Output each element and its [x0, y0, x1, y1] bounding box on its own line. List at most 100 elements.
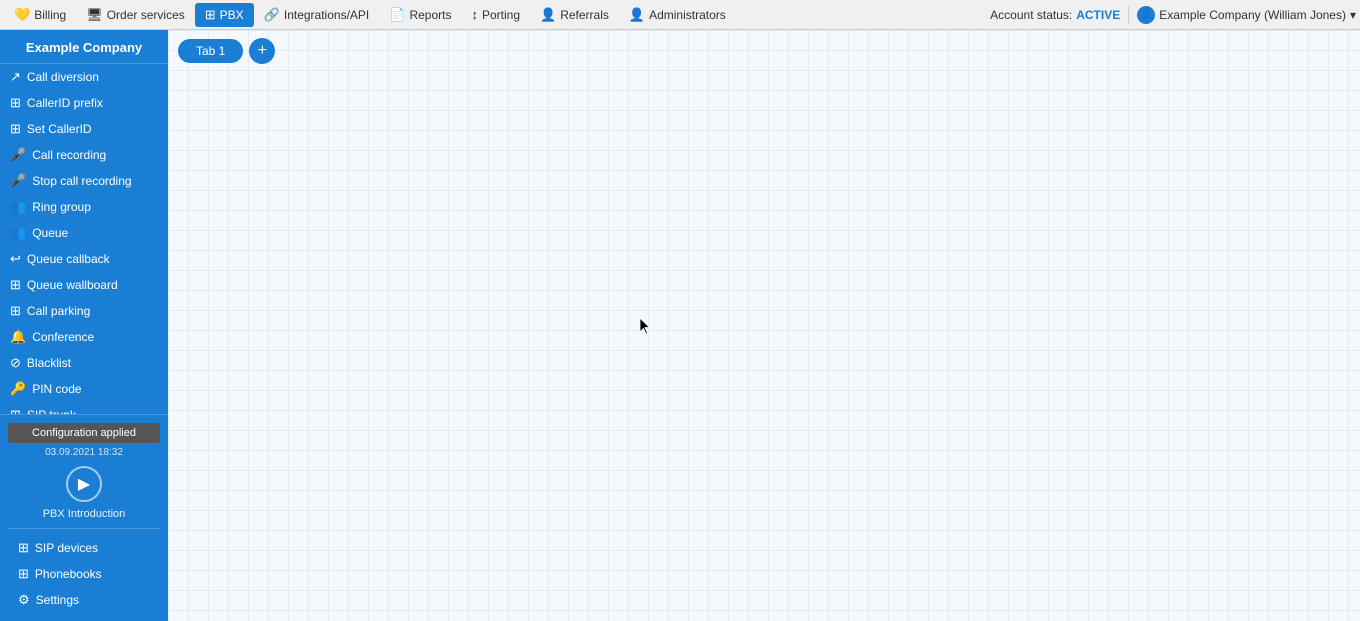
sidebar-item-callerid-prefix[interactable]: ⊞ CallerID prefix — [0, 90, 168, 116]
sidebar-item-queue[interactable]: 👥 Queue — [0, 220, 168, 246]
sidebar-footer: ⊞ SIP devices ⊞ Phonebooks ⚙ Settings — [8, 528, 160, 613]
sidebar: Example Company ↗ Call diversion ⊞ CallerID… — [0, 30, 168, 621]
porting-label: Porting — [482, 8, 520, 22]
porting-icon: ↕ — [471, 7, 478, 22]
referrals-label: Referrals — [560, 8, 609, 22]
chevron-down-icon: ▾ — [1350, 8, 1356, 22]
main-content: Tab 1 + — [168, 30, 1360, 621]
queue-wallboard-label: Queue wallboard — [27, 278, 118, 292]
nav-right: Account status: ACTIVE 👤 Example Company… — [990, 6, 1356, 24]
set-callerid-icon: ⊞ — [10, 121, 21, 137]
add-tab-button[interactable]: + — [249, 38, 275, 64]
sidebar-item-conference[interactable]: 🔔 Conference — [0, 324, 168, 350]
sidebar-menu: ↗ Call diversion ⊞ CallerID prefix ⊞ Set Call… — [0, 64, 168, 414]
account-status-value: ACTIVE — [1076, 8, 1120, 22]
sidebar-item-queue-callback[interactable]: ↩ Queue callback — [0, 246, 168, 272]
user-avatar: 👤 — [1137, 6, 1155, 24]
tab-bar: Tab 1 + — [168, 30, 1360, 72]
sidebar-footer-item-phonebooks[interactable]: ⊞ Phonebooks — [8, 561, 160, 587]
sidebar-item-set-callerid[interactable]: ⊞ Set CallerID — [0, 116, 168, 142]
play-button[interactable]: ▶ — [66, 466, 102, 502]
nav-item-integrations-api[interactable]: 🔗 Integrations/API — [254, 3, 380, 27]
pbx-intro-label: PBX Introduction — [8, 508, 160, 520]
account-status-label: Account status: — [990, 8, 1072, 22]
sidebar-footer-item-settings[interactable]: ⚙ Settings — [8, 587, 160, 613]
user-info[interactable]: 👤 Example Company (William Jones) ▾ — [1137, 6, 1356, 24]
nav-item-reports[interactable]: 📄 Reports — [379, 3, 461, 27]
queue-wallboard-icon: ⊞ — [10, 277, 21, 293]
queue-icon: 👥 — [10, 225, 26, 241]
queue-callback-icon: ↩ — [10, 251, 21, 267]
sidebar-item-ring-group[interactable]: 👥 Ring group — [0, 194, 168, 220]
account-status: Account status: ACTIVE — [990, 8, 1120, 22]
nav-item-billing[interactable]: 💛 Billing — [4, 3, 76, 27]
blacklist-label: Blacklist — [27, 356, 71, 370]
config-date: 03.09.2021 18:32 — [8, 447, 160, 458]
administrators-label: Administrators — [649, 8, 726, 22]
callerid-prefix-label: CallerID prefix — [27, 96, 103, 110]
callerid-prefix-icon: ⊞ — [10, 95, 21, 111]
call-recording-icon: 🎤 — [10, 147, 26, 163]
pbx-icon: ⊞ — [205, 7, 216, 23]
set-callerid-label: Set CallerID — [27, 122, 92, 136]
user-name: Example Company (William Jones) — [1159, 8, 1346, 22]
sip-trunk-icon: ⊞ — [10, 407, 21, 414]
order-services-label: Order services — [107, 8, 185, 22]
call-parking-label: Call parking — [27, 304, 90, 318]
sidebar-footer-item-sip-devices[interactable]: ⊞ SIP devices — [8, 535, 160, 561]
nav-item-porting[interactable]: ↕ Porting — [461, 3, 530, 26]
settings-icon: ⚙ — [18, 592, 30, 608]
sidebar-item-stop-call-recording[interactable]: 🎤 Stop call recording — [0, 168, 168, 194]
order-services-icon: 🖥 — [86, 7, 103, 23]
phonebooks-icon: ⊞ — [18, 566, 29, 582]
referrals-icon: 👤 — [540, 7, 556, 23]
nav-item-administrators[interactable]: 👤 Administrators — [619, 3, 736, 27]
integrations-api-label: Integrations/API — [284, 8, 369, 22]
divider — [1128, 6, 1129, 24]
administrators-icon: 👤 — [629, 7, 645, 23]
conference-icon: 🔔 — [10, 329, 26, 345]
phonebooks-label: Phonebooks — [35, 567, 102, 581]
queue-label: Queue — [32, 226, 68, 240]
config-applied-button[interactable]: Configuration applied — [8, 423, 160, 443]
call-recording-label: Call recording — [32, 148, 106, 162]
ring-group-label: Ring group — [32, 200, 91, 214]
blacklist-icon: ⊘ — [10, 355, 21, 371]
sidebar-item-sip-trunk[interactable]: ⊞SIP trunk — [0, 402, 168, 414]
stop-call-recording-icon: 🎤 — [10, 173, 26, 189]
top-navigation: 💛 Billing 🖥 Order services ⊞ PBX 🔗 Integrations… — [0, 0, 1360, 30]
sip-devices-icon: ⊞ — [18, 540, 29, 556]
nav-item-pbx[interactable]: ⊞ PBX — [195, 3, 254, 27]
queue-callback-label: Queue callback — [27, 252, 110, 266]
sidebar-item-pin-code[interactable]: 🔑 PIN code — [0, 376, 168, 402]
reports-label: Reports — [409, 8, 451, 22]
sidebar-item-call-diversion[interactable]: ↗ Call diversion — [0, 64, 168, 90]
call-diversion-label: Call diversion — [27, 70, 99, 84]
pbx-label: PBX — [220, 8, 244, 22]
main-layout: Example Company ↗ Call diversion ⊞ CallerID… — [0, 30, 1360, 621]
call-diversion-icon: ↗ — [10, 69, 21, 85]
ring-group-icon: 👥 — [10, 199, 26, 215]
sidebar-item-call-recording[interactable]: 🎤 Call recording — [0, 142, 168, 168]
nav-items-left: 💛 Billing 🖥 Order services ⊞ PBX 🔗 Integrations… — [4, 3, 990, 27]
nav-item-referrals[interactable]: 👤 Referrals — [530, 3, 619, 27]
reports-icon: 📄 — [389, 7, 405, 23]
stop-call-recording-label: Stop call recording — [32, 174, 131, 188]
settings-label: Settings — [36, 593, 79, 607]
nav-item-order-services[interactable]: 🖥 Order services — [76, 3, 195, 27]
billing-icon: 💛 — [14, 7, 30, 23]
call-parking-icon: ⊞ — [10, 303, 21, 319]
pin-code-icon: 🔑 — [10, 381, 26, 397]
sidebar-item-blacklist[interactable]: ⊘ Blacklist — [0, 350, 168, 376]
sidebar-item-call-parking[interactable]: ⊞ Call parking — [0, 298, 168, 324]
content-area — [168, 72, 1360, 621]
billing-label: Billing — [34, 8, 66, 22]
company-name: Example Company — [0, 30, 168, 64]
conference-label: Conference — [32, 330, 94, 344]
pin-code-label: PIN code — [32, 382, 81, 396]
sidebar-bottom: Configuration applied 03.09.2021 18:32 ▶… — [0, 414, 168, 621]
sip-devices-label: SIP devices — [35, 541, 98, 555]
integrations-api-icon: 🔗 — [264, 7, 280, 23]
tab-1[interactable]: Tab 1 — [178, 39, 243, 63]
sidebar-item-queue-wallboard[interactable]: ⊞ Queue wallboard — [0, 272, 168, 298]
